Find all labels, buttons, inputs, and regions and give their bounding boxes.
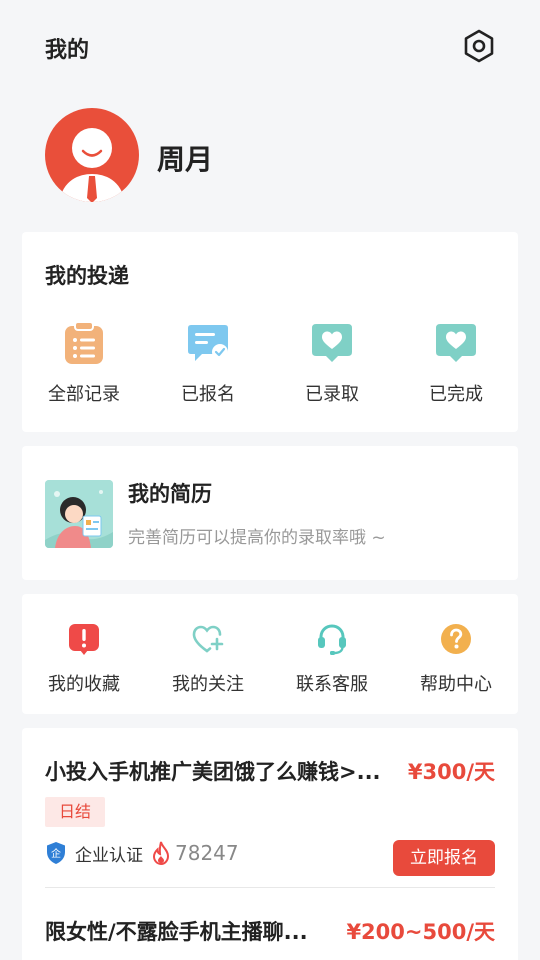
- resume-illustration-icon: [45, 480, 113, 548]
- service-item-label: 帮助中心: [420, 674, 492, 695]
- service-item-label: 联系客服: [296, 674, 368, 695]
- apply-button[interactable]: 立即报名: [393, 840, 495, 876]
- service-item-label: 我的收藏: [48, 674, 120, 695]
- resume-thumbnail: [45, 480, 113, 548]
- job-item[interactable]: 限女性/不露脸手机主播聊... ¥200~500/天: [45, 916, 495, 956]
- service-item-customer-service[interactable]: 联系客服: [270, 616, 394, 696]
- heart-plus-icon: [192, 625, 224, 653]
- delivery-item-label: 已完成: [429, 384, 483, 405]
- top-bar: 我的: [0, 0, 540, 92]
- delivery-item-signed-up[interactable]: 已报名: [146, 320, 270, 406]
- deliveries-title: 我的投递: [45, 264, 129, 288]
- job-list-card: 小投入手机推广美团饿了么赚钱>... ¥300/天 日结 企 企业认证 7824…: [22, 728, 518, 960]
- exclamation-badge-icon: [69, 624, 99, 655]
- fire-icon: [152, 841, 170, 865]
- avatar[interactable]: [45, 108, 139, 202]
- delivery-item-completed[interactable]: 已完成: [394, 320, 518, 406]
- profile-section: 周月: [0, 100, 540, 210]
- services-grid: 我的收藏 我的关注 联系客服 帮助中心: [22, 616, 518, 696]
- job-pay: ¥200~500/天: [346, 920, 495, 944]
- job-pay: ¥300/天: [407, 760, 495, 784]
- settings-button[interactable]: [462, 29, 496, 63]
- heart-bubble-icon: [436, 324, 476, 362]
- service-item-label: 我的关注: [172, 674, 244, 695]
- delivery-item-admitted[interactable]: 已录取: [270, 320, 394, 406]
- resume-card[interactable]: 我的简历 完善简历可以提高你的录取率哦 ~: [22, 446, 518, 580]
- job-tag: 日结: [45, 797, 106, 827]
- job-meta: 企 企业认证 78247: [45, 838, 239, 868]
- job-title: 小投入手机推广美团饿了么赚钱>...: [45, 760, 381, 784]
- service-item-favorites[interactable]: 我的收藏: [22, 616, 146, 696]
- resume-title: 我的简历: [128, 482, 212, 506]
- job-item[interactable]: 小投入手机推广美团饿了么赚钱>... ¥300/天 日结 企 企业认证 7824…: [45, 756, 495, 886]
- deliveries-card: 我的投递 全部记录 已报名 已录取 已完成: [22, 232, 518, 432]
- delivery-item-label: 全部记录: [48, 384, 120, 405]
- delivery-item-label: 已报名: [181, 384, 235, 405]
- question-icon: [441, 624, 471, 654]
- clipboard-icon: [65, 321, 103, 364]
- delivery-item-label: 已录取: [305, 384, 359, 405]
- deliveries-grid: 全部记录 已报名 已录取 已完成: [22, 320, 518, 406]
- delivery-item-all[interactable]: 全部记录: [22, 320, 146, 406]
- svg-text:企: 企: [51, 847, 61, 860]
- service-item-following[interactable]: 我的关注: [146, 616, 270, 696]
- page-title: 我的: [45, 38, 90, 63]
- divider: [45, 887, 495, 888]
- avatar-icon: [45, 108, 139, 202]
- cert-label: 企业认证: [75, 845, 143, 866]
- resume-subtitle: 完善简历可以提高你的录取率哦 ~: [128, 528, 386, 548]
- username: 周月: [157, 143, 214, 176]
- enterprise-certified-icon: 企: [47, 842, 65, 864]
- settings-hexagon-icon: [464, 29, 494, 63]
- service-item-help-center[interactable]: 帮助中心: [394, 616, 518, 696]
- view-count: 78247: [175, 841, 239, 865]
- services-card: 我的收藏 我的关注 联系客服 帮助中心: [22, 594, 518, 714]
- headset-icon: [318, 624, 346, 655]
- chat-check-icon: [188, 325, 228, 361]
- heart-bubble-icon: [312, 324, 352, 362]
